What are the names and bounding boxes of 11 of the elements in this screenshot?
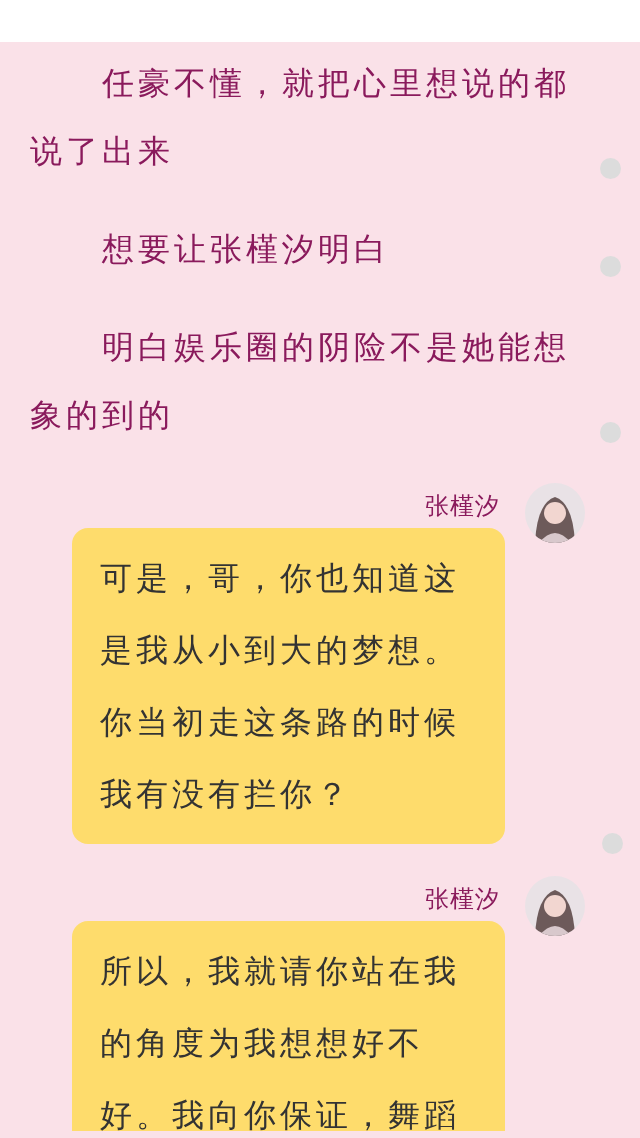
paragraph-text: 明白娱乐圈的阴险不是她能想象的到的 (30, 328, 571, 435)
paragraph-text: 想要让张槿汐明白 (101, 230, 391, 269)
comment-marker[interactable] (599, 158, 621, 179)
sender-name: 张槿汐 (425, 492, 500, 521)
message-bubble: 所以，我就请你站在我的角度为我想想好不好。我向你保证，舞蹈 (72, 921, 505, 1131)
sender-name: 张槿汐 (425, 885, 500, 914)
comment-marker[interactable] (602, 833, 623, 854)
message-bubble: 可是，哥，你也知道这是我从小到大的梦想。你当初走这条路的时候我有没有拦你？ (72, 528, 505, 844)
comment-marker[interactable] (599, 422, 621, 443)
comment-marker[interactable] (599, 256, 621, 277)
paragraph-text: 任豪不懂，就把心里想说的都说了出来 (30, 64, 571, 171)
